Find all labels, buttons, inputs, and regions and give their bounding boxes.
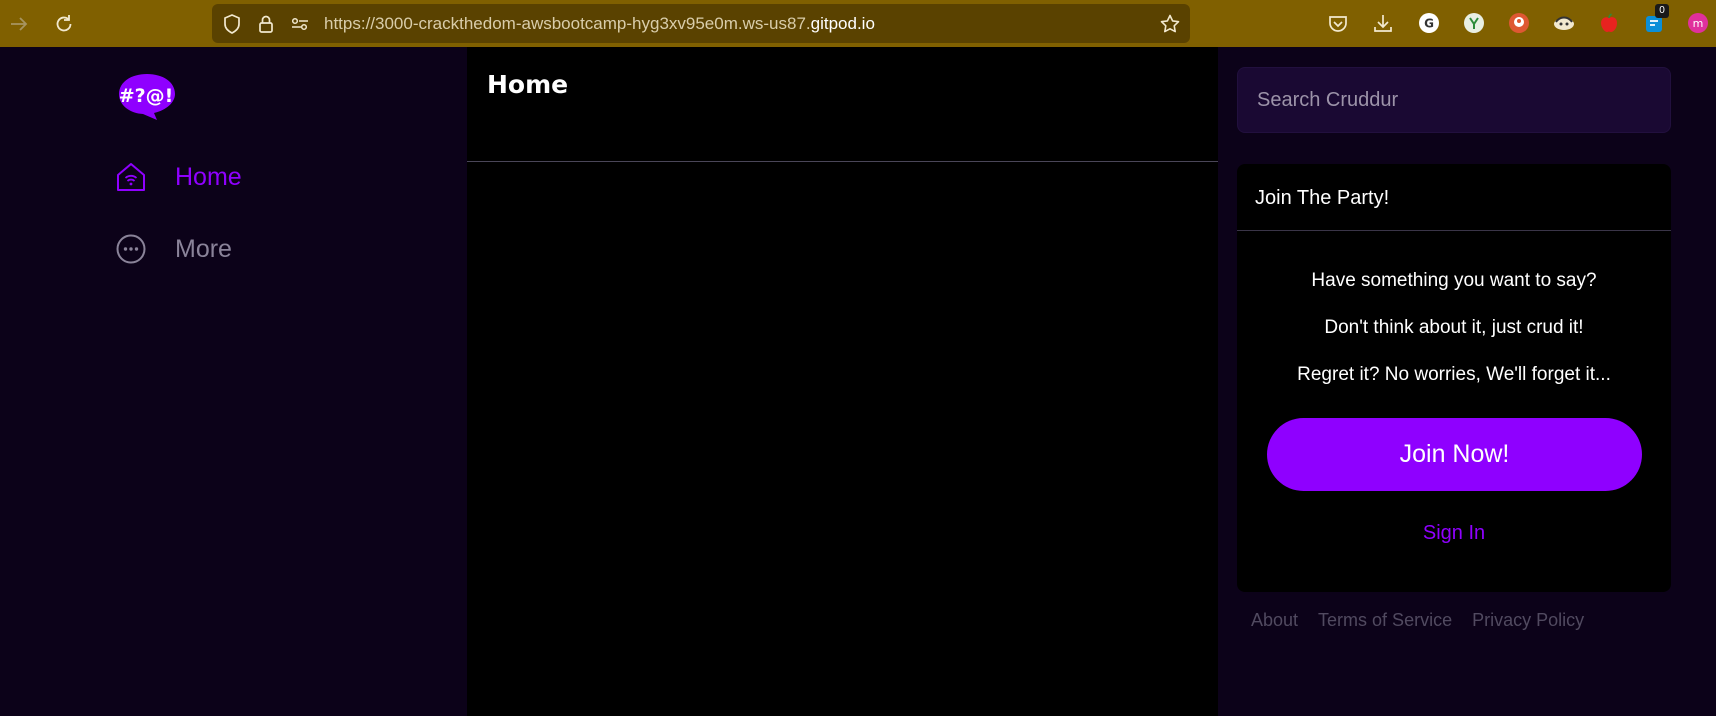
sidebar: #?@! Home More	[0, 47, 467, 716]
main-feed: Home	[467, 47, 1218, 716]
sidebar-item-label: Home	[175, 162, 242, 191]
arrow-right-icon	[11, 17, 28, 31]
duckduckgo-extension[interactable]	[1507, 11, 1531, 35]
join-message: Don't think about it, just crud it!	[1324, 317, 1584, 338]
home-icon	[117, 163, 145, 191]
svg-text:m: m	[1693, 17, 1704, 30]
extension-badge: 0	[1655, 4, 1669, 18]
sign-in-link[interactable]: Sign In	[1237, 522, 1671, 545]
apple-extension[interactable]	[1597, 11, 1621, 35]
footer-links: About Terms of Service Privacy Policy	[1251, 610, 1584, 631]
extension-icon	[1554, 16, 1574, 30]
url-text[interactable]: https://3000-crackthedom-awsbootcamp-hyg…	[324, 14, 875, 34]
duckduckgo-icon	[1509, 13, 1529, 33]
url-prefix: https://3000-crackthedom-awsbootcamp-hyg…	[324, 14, 811, 33]
grammarly-extension[interactable]: G	[1417, 11, 1441, 35]
reload-icon	[56, 15, 72, 32]
grammarly-icon: G	[1419, 13, 1439, 33]
footer-link-privacy[interactable]: Privacy Policy	[1472, 610, 1584, 631]
join-now-button[interactable]: Join Now!	[1267, 418, 1642, 491]
search-input[interactable]	[1237, 67, 1671, 133]
join-card: Join The Party! Have something you want …	[1237, 164, 1671, 592]
shield-icon[interactable]	[221, 13, 243, 35]
reload-button[interactable]	[49, 9, 79, 39]
join-message: Have something you want to say?	[1311, 270, 1597, 291]
join-card-header: Join The Party!	[1237, 164, 1671, 231]
pocket-icon	[1329, 16, 1347, 32]
feed-header: Home	[467, 47, 1218, 162]
extension-button-4[interactable]: m	[1686, 11, 1710, 35]
browser-toolbar: https://3000-crackthedom-awsbootcamp-hyg…	[0, 0, 1716, 47]
sidebar-item-label: More	[175, 234, 232, 263]
extension-icon: m	[1688, 13, 1708, 33]
page-title: Home	[487, 70, 569, 99]
sidebar-item-more[interactable]: More	[115, 229, 232, 269]
downloads-button[interactable]	[1371, 11, 1395, 35]
star-icon[interactable]	[1159, 13, 1181, 35]
join-card-title: Join The Party!	[1255, 187, 1390, 209]
join-message: Regret it? No worries, We'll forget it..…	[1297, 364, 1611, 385]
apple-icon	[1601, 13, 1617, 32]
footer-link-terms[interactable]: Terms of Service	[1318, 610, 1452, 631]
right-column: Join The Party! Have something you want …	[1218, 47, 1716, 716]
download-icon	[1374, 15, 1392, 32]
lock-icon[interactable]	[255, 13, 277, 35]
svg-text:G: G	[1424, 17, 1434, 31]
url-host: gitpod.io	[810, 14, 875, 33]
more-icon	[116, 234, 146, 264]
footer-link-about[interactable]: About	[1251, 610, 1298, 631]
extension-button-2[interactable]	[1552, 11, 1576, 35]
extension-icon	[1464, 13, 1484, 33]
sidebar-item-home[interactable]: Home	[115, 157, 242, 197]
permissions-icon[interactable]	[289, 13, 311, 35]
forward-button[interactable]	[4, 9, 34, 39]
cruddur-logo[interactable]: #?@!	[117, 72, 177, 122]
app: #?@! Home More Home Search Cruddur Join …	[0, 47, 1716, 716]
address-bar[interactable]: https://3000-crackthedom-awsbootcamp-hyg…	[212, 4, 1190, 43]
logo-text: #?@!	[119, 85, 174, 107]
extension-button-3[interactable]: 0	[1642, 4, 1669, 35]
extension-button-1[interactable]	[1462, 11, 1486, 35]
pocket-button[interactable]	[1326, 11, 1350, 35]
